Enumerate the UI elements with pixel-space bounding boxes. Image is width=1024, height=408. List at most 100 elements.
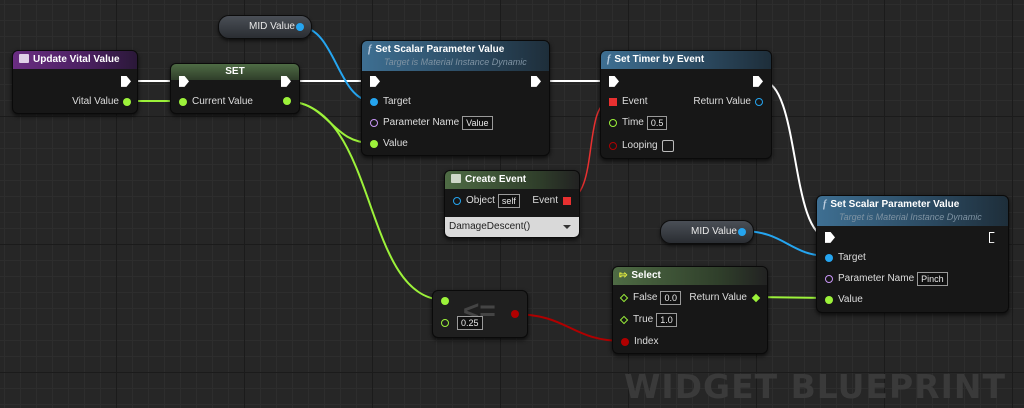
return-value-pin[interactable]: Return Value [693,95,763,109]
delegate-pin-icon [609,98,617,106]
event-title: Update Vital Value [33,54,120,65]
set-header: SET [171,64,299,80]
exec-in-icon [179,75,189,87]
object-input[interactable]: self [497,194,520,208]
exec-out-pin[interactable] [121,75,131,89]
exec-out-icon [121,75,131,87]
select-icon: ⇰ [619,270,628,281]
float-pin-icon [825,296,833,304]
time-input[interactable]: 0.5 [646,116,668,130]
function-header: f Set Scalar Parameter Value Target is Ma… [362,41,549,71]
bool-wire [511,313,625,342]
wildcard-pin-icon [751,293,761,303]
set-scalar-parameter-node-2[interactable]: f Set Scalar Parameter Value Target is Ma… [816,195,1009,313]
true-pin[interactable]: True 1.0 [619,313,677,327]
looping-checkbox[interactable] [661,140,674,152]
vital-value-pin[interactable]: Vital Value [72,95,131,109]
select-return-pin[interactable]: Return Value [689,291,761,305]
bool-pin-icon [609,142,617,150]
create-event-node[interactable]: Create Event Object self Event DamageDesc… [444,170,580,238]
vital-value-label: Vital Value [72,96,119,107]
looping-label: Looping [622,140,658,151]
create-event-out-pin[interactable]: Event [532,194,571,208]
exec-out-pin[interactable] [753,75,763,89]
float-pin-icon [179,98,187,106]
function-icon: f [368,44,372,55]
value-pin[interactable]: Value [825,293,863,307]
bool-pin-icon [511,310,519,319]
parameter-name-label: Parameter Name [838,273,915,284]
time-label: Time [622,117,644,128]
false-input[interactable]: 0.0 [660,291,681,305]
event-pin[interactable]: Event [609,95,648,109]
exec-in-icon [370,75,380,87]
value-pin[interactable]: Value [370,137,408,151]
target-label: Target [383,96,411,107]
set-variable-node[interactable]: SET Current Value [170,63,300,114]
parameter-name-input[interactable]: Value [462,116,493,130]
exec-out-hollow-icon [989,231,998,243]
set-timer-by-event-node[interactable]: f Set Timer by Event Event Return Value T… [600,50,772,159]
looping-pin[interactable]: Looping [609,139,674,153]
exec-in-pin[interactable] [825,231,835,245]
object-pin[interactable]: Object self [453,194,520,208]
object-pin-icon [825,254,833,262]
set-exec-in-pin[interactable] [179,75,189,89]
current-value-label: Current Value [192,96,253,107]
delegate-pin-icon [563,197,571,205]
function-dropdown[interactable]: DamageDescent() [445,217,579,237]
struct-pin-icon [755,98,763,106]
false-label: False [633,292,658,303]
select-node[interactable]: ⇰ Select False 0.0 Return Value True 1.0 In… [612,266,768,354]
time-pin[interactable]: Time 0.5 [609,116,668,130]
create-event-title: Create Event [465,174,527,185]
true-input[interactable]: 1.0 [656,313,677,327]
mid-value-getter-2[interactable]: MID Value [660,220,754,244]
chevron-down-icon [563,225,571,229]
less-equal-node[interactable]: <= 0.25 [432,290,528,338]
target-pin[interactable]: Target [825,251,866,265]
exec-out-icon [753,75,763,87]
parameter-name-input[interactable]: Pinch [917,272,948,286]
b-input[interactable]: 0.25 [457,316,483,330]
target-pin[interactable]: Target [370,95,411,109]
function-header: f Set Scalar Parameter Value Target is Ma… [817,196,1008,226]
result-pin[interactable] [507,308,519,322]
function-title: Set Timer by Event [614,54,705,65]
exec-out-pin[interactable] [989,231,998,245]
function-subtitle: Target is Material Instance Dynamic [384,57,527,67]
mid-value-getter-1[interactable]: MID Value [218,15,312,39]
parameter-name-pin[interactable]: Parameter Name Value [370,116,493,130]
mid-value-label: MID Value [249,21,295,32]
wildcard-pin-icon [619,315,629,325]
true-label: True [633,314,654,325]
a-pin[interactable] [441,295,454,309]
function-subtitle: Target is Material Instance Dynamic [839,212,982,222]
exec-in-pin[interactable] [370,75,380,89]
event-label: Event [622,96,648,107]
object-label: Object [466,195,495,206]
function-icon: f [607,54,611,65]
index-pin[interactable]: Index [621,335,658,349]
set-scalar-parameter-node-1[interactable]: f Set Scalar Parameter Value Target is Ma… [361,40,550,156]
object-pin-icon [453,197,461,205]
current-value-in-pin[interactable]: Current Value [179,95,253,109]
index-label: Index [634,336,659,347]
set-exec-out-pin[interactable] [281,75,291,89]
name-pin-icon [370,119,378,127]
false-pin[interactable]: False 0.0 [619,291,681,305]
b-pin[interactable]: 0.25 [441,316,483,330]
object-pin-icon[interactable] [296,23,304,31]
exec-out-icon [281,75,291,87]
create-event-header: Create Event [445,171,579,189]
exec-in-pin[interactable] [609,75,619,89]
parameter-name-pin[interactable]: Parameter Name Pinch [825,272,948,286]
select-title: Select [631,270,661,281]
exec-out-pin[interactable] [531,75,541,89]
float-pin-icon [123,98,131,106]
object-pin-icon[interactable] [738,228,746,236]
update-vital-value-node[interactable]: Update Vital Value Vital Value [12,50,138,114]
function-title: Set Scalar Parameter Value [830,199,960,210]
current-value-out-pin[interactable] [279,95,291,109]
exec-in-icon [825,231,835,243]
